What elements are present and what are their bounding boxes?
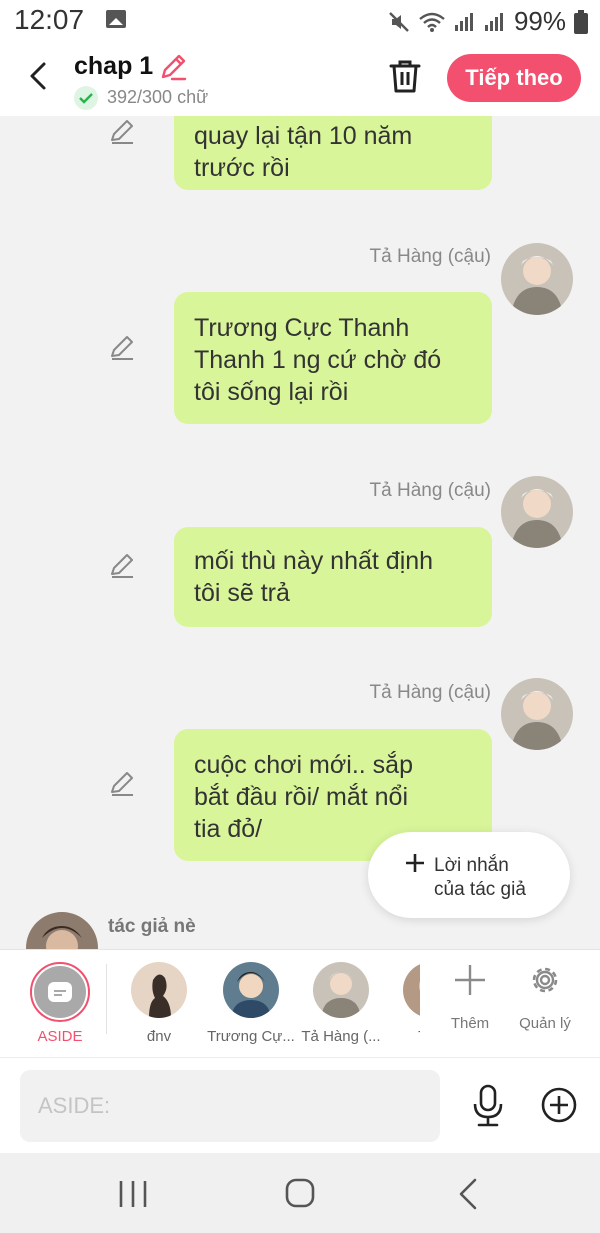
avatar [131,962,187,1018]
gear-icon [532,967,558,993]
mute-icon [389,11,409,32]
pencil-icon [161,54,187,81]
aside-label: ASIDE [37,1028,83,1045]
character-label: Trương Cự... [207,1028,295,1045]
battery-icon [574,9,588,34]
status-time: 12:07 [14,4,85,35]
avatar [501,243,573,315]
message-line: Trương Cực Thanh [194,314,410,342]
image-notification-icon [106,10,126,28]
character-item[interactable]: đnv [114,962,204,1045]
message-icon [48,982,72,1002]
edit-title-button[interactable] [158,52,188,82]
author-message-line: Lời nhắn [434,855,509,876]
message-bubble[interactable]: quay lại tận 10 năm trước rồi [174,116,492,190]
edit-message-button[interactable] [108,334,136,362]
editor-header: chap 1 392/300 chữ Tiếp theo [0,42,600,116]
character-item[interactable]: Tha [386,962,420,1045]
voice-input-button[interactable] [470,1084,506,1128]
home-icon [285,1178,315,1208]
avatar [223,962,279,1018]
microphone-icon [473,1084,503,1127]
chat-area[interactable]: quay lại tận 10 năm trước rồi Tả Hàng (c… [0,116,600,949]
status-bar: 12:07 99% [0,0,600,42]
message-bubble[interactable]: Trương Cực Thanh Thanh 1 ng cứ chờ đó tô… [174,292,492,424]
message-input[interactable] [20,1070,440,1142]
message-line: bắt đầu rồi/ mắt nổi [194,783,409,811]
avatar [403,962,420,1018]
author-avatar [26,912,98,949]
message-line: cuộc chơi mới.. sắp [194,751,413,779]
signal-icon-2 [484,12,503,31]
avatar [501,476,573,548]
back-icon [459,1178,477,1210]
recents-icon [119,1181,147,1207]
plus-icon [406,854,424,872]
edit-message-button[interactable] [108,552,136,580]
add-label: Thêm [450,1015,490,1032]
status-icons: 99% [388,6,588,37]
message-line: Thanh 1 ng cứ chờ đó [194,346,442,374]
manage-characters-button[interactable]: Quản lý [514,962,576,1032]
message-line: quay lại tận 10 năm [194,122,413,150]
author-label: tác giả nè [108,916,196,937]
delete-button[interactable] [388,58,422,94]
add-character-button[interactable]: Thêm [440,962,500,1032]
plus-circle-icon [541,1087,577,1123]
input-area [0,1057,600,1153]
character-label: Tha [386,1028,420,1045]
character-label: Tả Hàng (... [301,1028,381,1045]
character-item[interactable]: Trương Cự... [206,962,296,1045]
home-button[interactable] [284,1177,316,1209]
system-back-button[interactable] [456,1177,480,1211]
recent-apps-button[interactable] [116,1179,150,1209]
edit-message-button[interactable] [108,118,136,146]
edit-message-button[interactable] [108,770,136,798]
system-nav-bar [0,1153,600,1233]
avatar [313,962,369,1018]
add-attachment-button[interactable] [540,1086,578,1124]
chapter-title: chap 1 [74,52,154,80]
message-line: tôi sẽ trả [194,579,290,607]
message-line: tôi sống lại rồi [194,378,349,406]
word-count: 392/300 chữ [107,87,209,107]
character-label: đnv [146,1028,172,1045]
pencil-icon [111,772,133,796]
pencil-icon [111,554,133,578]
manage-label: Quản lý [519,1015,571,1032]
aside-button[interactable] [30,962,90,1022]
battery-percent: 99% [513,6,566,36]
sender-name: Tả Hàng (cậu) [369,480,491,501]
sender-name: Tả Hàng (cậu) [369,682,491,703]
pencil-icon [111,120,133,144]
plus-icon [455,965,485,995]
wifi-icon [419,12,445,32]
divider [106,964,107,1034]
sender-name: Tả Hàng (cậu) [369,246,491,267]
character-list: đnv Trương Cự... Tả Hàng (... [114,950,420,1058]
pencil-icon [111,336,133,360]
message-bubble[interactable]: mối thù này nhất định tôi sẽ trả [174,527,492,627]
character-item[interactable]: Tả Hàng (... [296,962,386,1045]
chevron-left-icon [30,62,46,90]
avatar [501,678,573,750]
author-message-line: của tác giả [434,879,526,900]
author-message-button[interactable]: Lời nhắn của tác giả [368,832,570,918]
check-icon [74,86,98,110]
signal-icon [454,12,473,31]
message-line: mối thù này nhất định [194,547,434,575]
back-button[interactable] [20,56,56,96]
message-line: trước rồi [194,154,290,182]
character-bar: ASIDE đnv Trương Cự... Tả Hàng (... Thêm… [0,949,600,1057]
trash-icon [389,60,421,93]
next-button[interactable]: Tiếp theo [447,54,581,102]
